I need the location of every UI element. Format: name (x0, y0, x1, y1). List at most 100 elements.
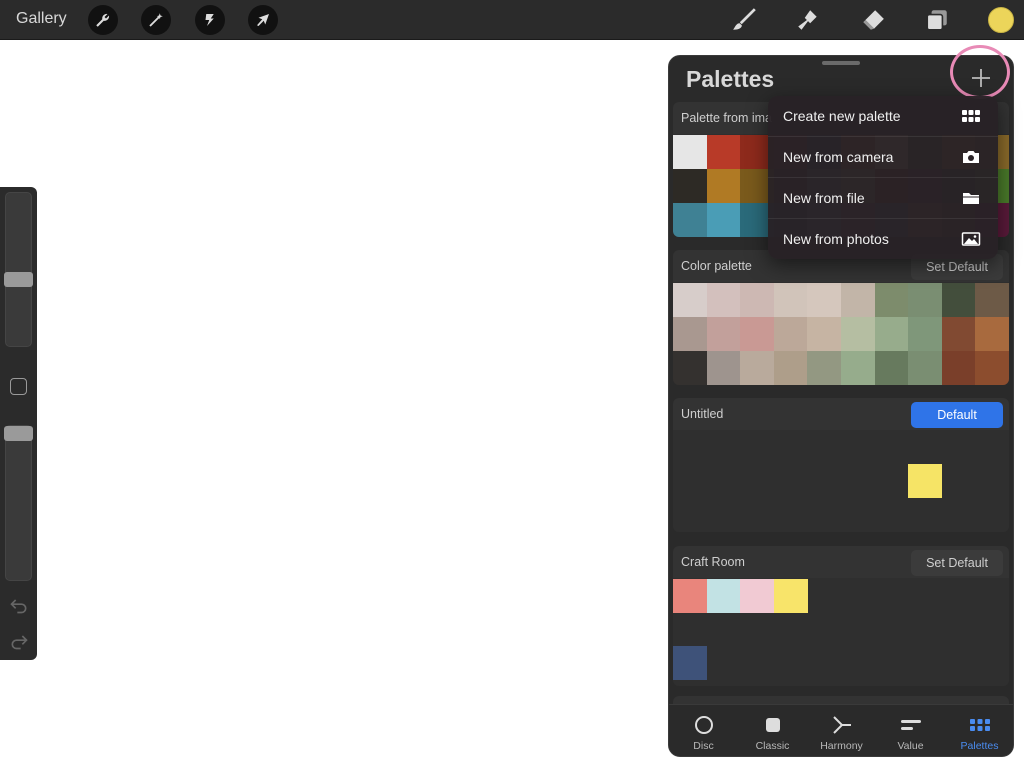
color-swatch[interactable] (908, 317, 943, 351)
palette-card: Untitled Default (673, 398, 1009, 532)
menu-item-create-new-palette[interactable]: Create new palette (768, 96, 998, 137)
tab-label: Classic (755, 740, 790, 752)
color-swatch[interactable] (706, 283, 741, 317)
palette-card: Craft Room Set Default (673, 546, 1009, 686)
eraser-icon[interactable] (859, 6, 887, 34)
set-default-button[interactable]: Set Default (911, 550, 1003, 576)
tab-label: Palettes (960, 740, 999, 752)
color-swatch[interactable] (941, 283, 976, 317)
color-swatch[interactable] (908, 464, 942, 498)
disc-icon (695, 716, 713, 734)
palette-name: Craft Room (681, 555, 745, 569)
color-swatch[interactable] (874, 283, 909, 317)
palette-swatches (673, 430, 1009, 532)
color-swatch[interactable] (975, 351, 1009, 385)
tab-label: Harmony (820, 740, 863, 752)
color-swatch[interactable] (673, 283, 707, 317)
palette-card: Color palette Set Default (673, 250, 1009, 385)
left-sidebar (0, 187, 37, 660)
color-swatch[interactable] (706, 135, 741, 169)
undo-icon[interactable] (9, 595, 29, 615)
color-swatch[interactable] (706, 169, 741, 203)
color-swatch[interactable] (706, 203, 741, 237)
color-swatch[interactable] (841, 317, 875, 351)
redo-icon[interactable] (9, 631, 29, 651)
color-swatch[interactable] (975, 283, 1009, 317)
color-swatch[interactable] (773, 317, 808, 351)
selection-icon[interactable] (195, 5, 225, 35)
color-swatch[interactable] (673, 317, 707, 351)
highlight-ring (950, 45, 1010, 99)
default-button[interactable]: Default (911, 402, 1003, 428)
gallery-button[interactable]: Gallery (16, 10, 67, 28)
palette-swatches (673, 578, 1009, 686)
opacity-thumb[interactable] (4, 426, 33, 441)
palette-name: Palette from ima (681, 111, 773, 125)
color-swatch[interactable] (673, 203, 707, 237)
new-palette-menu: Create new palette New from camera New f… (768, 96, 998, 259)
color-swatch[interactable] (773, 579, 808, 613)
color-swatch[interactable] (673, 579, 707, 613)
top-toolbar: Gallery (0, 0, 1024, 40)
color-swatch[interactable] (740, 579, 775, 613)
menu-item-label: Create new palette (783, 108, 901, 124)
tab-value[interactable]: Value (876, 705, 945, 756)
palette-name: Untitled (681, 407, 724, 421)
tab-harmony[interactable]: Harmony (807, 705, 876, 756)
color-swatch[interactable] (807, 351, 842, 385)
menu-item-new-from-photos[interactable]: New from photos (768, 219, 998, 259)
color-swatch[interactable] (941, 351, 976, 385)
color-swatch[interactable] (706, 317, 741, 351)
color-swatch[interactable] (908, 351, 943, 385)
color-swatch[interactable] (706, 579, 741, 613)
modify-button[interactable] (10, 378, 27, 395)
color-swatch[interactable] (874, 317, 909, 351)
magic-wand-icon[interactable] (141, 5, 171, 35)
palette-name: Color palette (681, 259, 752, 273)
color-swatch[interactable] (874, 351, 909, 385)
color-swatch[interactable] (740, 317, 775, 351)
menu-item-label: New from file (783, 190, 865, 206)
classic-square-icon (766, 718, 780, 732)
menu-item-new-from-camera[interactable]: New from camera (768, 137, 998, 178)
color-swatch[interactable] (673, 169, 707, 203)
value-bars-icon (901, 720, 921, 730)
opacity-slider[interactable] (5, 425, 32, 581)
wrench-icon[interactable] (88, 5, 118, 35)
brush-size-thumb[interactable] (4, 272, 33, 287)
tab-disc[interactable]: Disc (669, 705, 738, 756)
color-swatch[interactable] (773, 351, 808, 385)
brush-icon[interactable] (730, 6, 758, 34)
color-swatch[interactable] (673, 135, 707, 169)
color-swatch[interactable] (673, 646, 707, 680)
color-swatch[interactable] (908, 283, 943, 317)
grid-icon (962, 110, 980, 122)
panel-grab-handle[interactable] (822, 61, 860, 65)
palette-header[interactable]: Untitled Default (673, 398, 1009, 430)
smudge-icon[interactable] (794, 6, 822, 34)
color-swatch[interactable] (740, 283, 775, 317)
tab-palettes[interactable]: Palettes (945, 705, 1013, 756)
color-swatch[interactable] (975, 317, 1009, 351)
color-mode-tabbar: Disc Classic Harmony Value Palettes (669, 704, 1013, 756)
palette-swatches (673, 282, 1009, 385)
current-color-swatch[interactable] (988, 7, 1014, 33)
color-swatch[interactable] (807, 283, 842, 317)
color-swatch[interactable] (841, 283, 875, 317)
tab-label: Disc (693, 740, 714, 752)
palette-header[interactable]: Craft Room Set Default (673, 546, 1009, 578)
transform-arrow-icon[interactable] (248, 5, 278, 35)
panel-title: Palettes (686, 66, 775, 92)
brush-size-slider[interactable] (5, 192, 32, 347)
color-swatch[interactable] (706, 351, 741, 385)
tab-classic[interactable]: Classic (738, 705, 807, 756)
color-swatch[interactable] (807, 317, 842, 351)
color-swatch[interactable] (673, 351, 707, 385)
color-swatch[interactable] (740, 351, 775, 385)
menu-item-label: New from photos (783, 231, 889, 247)
color-swatch[interactable] (941, 317, 976, 351)
color-swatch[interactable] (841, 351, 875, 385)
menu-item-new-from-file[interactable]: New from file (768, 178, 998, 219)
layers-icon[interactable] (923, 6, 951, 34)
color-swatch[interactable] (773, 283, 808, 317)
